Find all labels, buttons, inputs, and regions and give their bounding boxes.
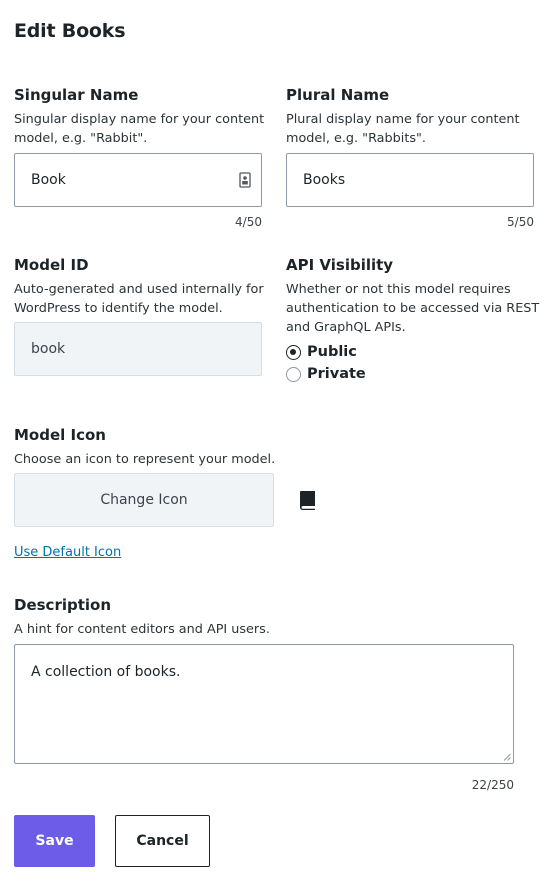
- save-button[interactable]: Save: [14, 815, 95, 867]
- singular-name-input[interactable]: Book: [14, 153, 262, 207]
- singular-name-value: Book: [31, 172, 66, 188]
- model-id-value: book: [31, 341, 66, 357]
- radio-private-label: Private: [307, 366, 366, 382]
- change-icon-button[interactable]: Change Icon: [14, 473, 274, 527]
- model-icon-help: Choose an icon to represent your model.: [14, 452, 276, 467]
- use-default-icon-link[interactable]: Use Default Icon: [14, 545, 121, 560]
- model-icon-label: Model Icon: [14, 426, 106, 444]
- model-id-help: Auto-generated and used internally for W…: [14, 282, 264, 316]
- api-visibility-label: API Visibility: [286, 256, 394, 274]
- description-counter: 22/250: [471, 778, 514, 792]
- model-id-input[interactable]: book: [14, 322, 262, 376]
- description-value: A collection of books.: [31, 664, 181, 680]
- radio-public[interactable]: Public: [286, 344, 357, 360]
- page-title: Edit Books: [14, 20, 126, 42]
- radio-public-label: Public: [307, 344, 357, 360]
- plural-name-input[interactable]: Books: [286, 153, 534, 207]
- id-card-icon: [239, 172, 251, 188]
- singular-name-label: Singular Name: [14, 86, 139, 104]
- book-icon: [300, 491, 315, 510]
- radio-private-indicator[interactable]: [286, 366, 301, 382]
- description-textarea[interactable]: A collection of books.: [14, 644, 514, 764]
- api-visibility-help: Whether or not this model requires authe…: [286, 282, 540, 335]
- model-id-label: Model ID: [14, 256, 89, 274]
- plural-name-help: Plural display name for your content mod…: [286, 112, 520, 146]
- resize-handle-icon[interactable]: [503, 753, 511, 761]
- plural-name-counter: 5/50: [507, 215, 534, 229]
- plural-name-value: Books: [303, 172, 346, 188]
- description-label: Description: [14, 596, 112, 614]
- description-help: A hint for content editors and API users…: [14, 622, 270, 637]
- singular-name-counter: 4/50: [235, 215, 262, 229]
- cancel-button[interactable]: Cancel: [115, 815, 210, 867]
- radio-private[interactable]: Private: [286, 366, 366, 382]
- singular-name-help: Singular display name for your content m…: [14, 112, 265, 146]
- plural-name-label: Plural Name: [286, 86, 390, 104]
- radio-public-indicator[interactable]: [286, 344, 301, 360]
